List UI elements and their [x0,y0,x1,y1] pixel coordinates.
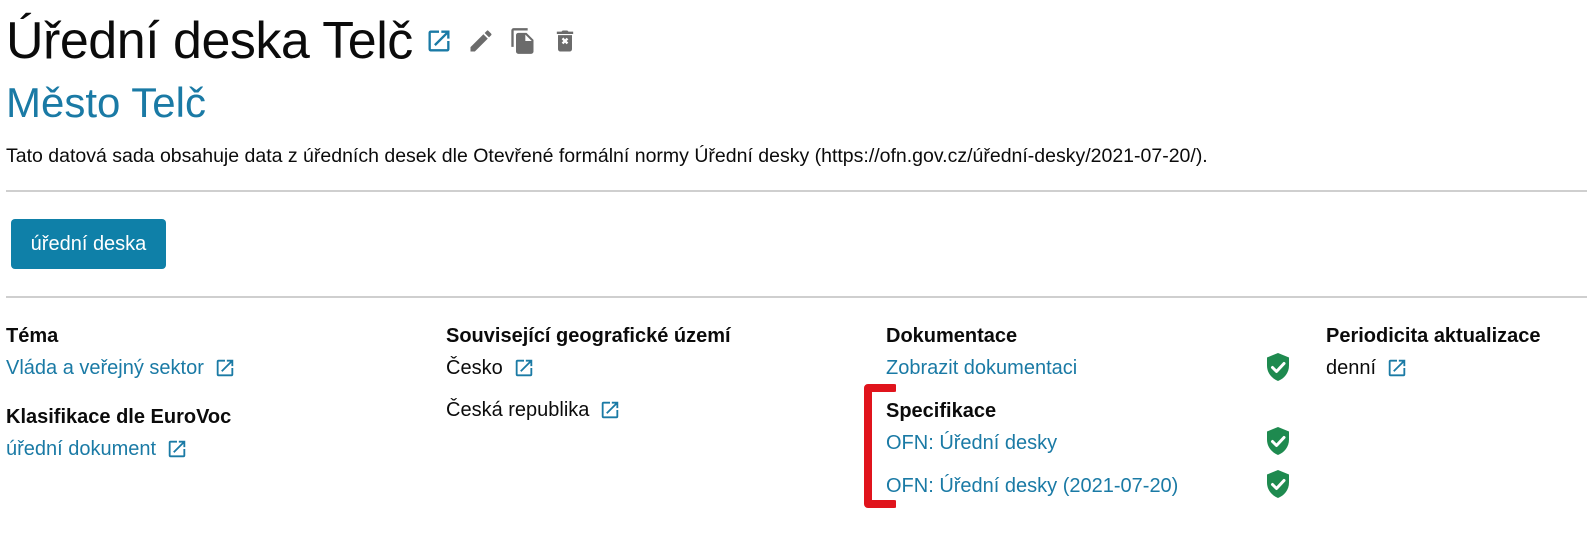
external-link-icon[interactable] [166,438,188,460]
divider-middle [6,296,1587,298]
metadata-column-geo: Související geografické území Česko Česk… [446,322,731,424]
geo-value-row: Česká republika [446,396,731,424]
documentation-label: Dokumentace [886,325,1018,347]
eurovoc-value-row: úřední dokument [6,435,236,463]
delete-icon[interactable] [551,27,579,55]
periodicity-value: denní [1326,357,1377,379]
verified-shield-icon [1265,469,1291,499]
external-link-icon[interactable] [1386,357,1408,379]
specification-label: Specifikace [886,400,997,422]
header-row: Úřední deska Telč [6,6,579,76]
verified-shield-icon [1265,426,1291,456]
geo-value: Česká republika [446,399,590,421]
copy-icon[interactable] [509,27,537,55]
publisher-name: Město Telč [6,79,206,126]
geo-value: Česko [446,357,503,379]
external-link-icon[interactable] [214,357,236,379]
dataset-title: Úřední deska Telč [6,12,413,70]
external-link-icon[interactable] [599,399,621,421]
specification-value-row: OFN: Úřední desky (2021-07-20) [886,472,1178,500]
specification-link[interactable]: OFN: Úřední desky [886,429,1057,457]
verified-shield-icon [1265,352,1291,382]
documentation-value-row: Zobrazit dokumentaci [886,354,1178,382]
specification-value-row: OFN: Úřední desky [886,429,1178,457]
distribution-button[interactable]: úřední deska [11,219,166,269]
geo-label: Související geografické území [446,325,731,347]
title-actions [425,27,579,55]
metadata-column-periodicity: Periodicita aktualizace denní [1326,322,1541,382]
theme-label: Téma [6,325,59,347]
eurovoc-link[interactable]: úřední dokument [6,435,156,463]
eurovoc-label: Klasifikace dle EuroVoc [6,406,232,428]
specification-link[interactable]: OFN: Úřední desky (2021-07-20) [886,472,1178,500]
periodicity-value-row: denní [1326,354,1541,382]
edit-icon[interactable] [467,27,495,55]
divider-top [6,190,1587,192]
geo-value-row: Česko [446,354,731,382]
theme-link[interactable]: Vláda a veřejný sektor [6,354,204,382]
annotation-bracket [864,384,896,508]
theme-value-row: Vláda a veřejný sektor [6,354,236,382]
external-link-icon[interactable] [513,357,535,379]
external-link-icon[interactable] [425,27,453,55]
dataset-description: Tato datová sada obsahuje data z úředníc… [6,145,1208,167]
periodicity-label: Periodicita aktualizace [1326,325,1541,347]
metadata-column-theme: Téma Vláda a veřejný sektor Klasifikace … [6,322,236,463]
metadata-column-documentation: Dokumentace Zobrazit dokumentaci Specifi… [886,322,1178,500]
documentation-link[interactable]: Zobrazit dokumentaci [886,354,1077,382]
